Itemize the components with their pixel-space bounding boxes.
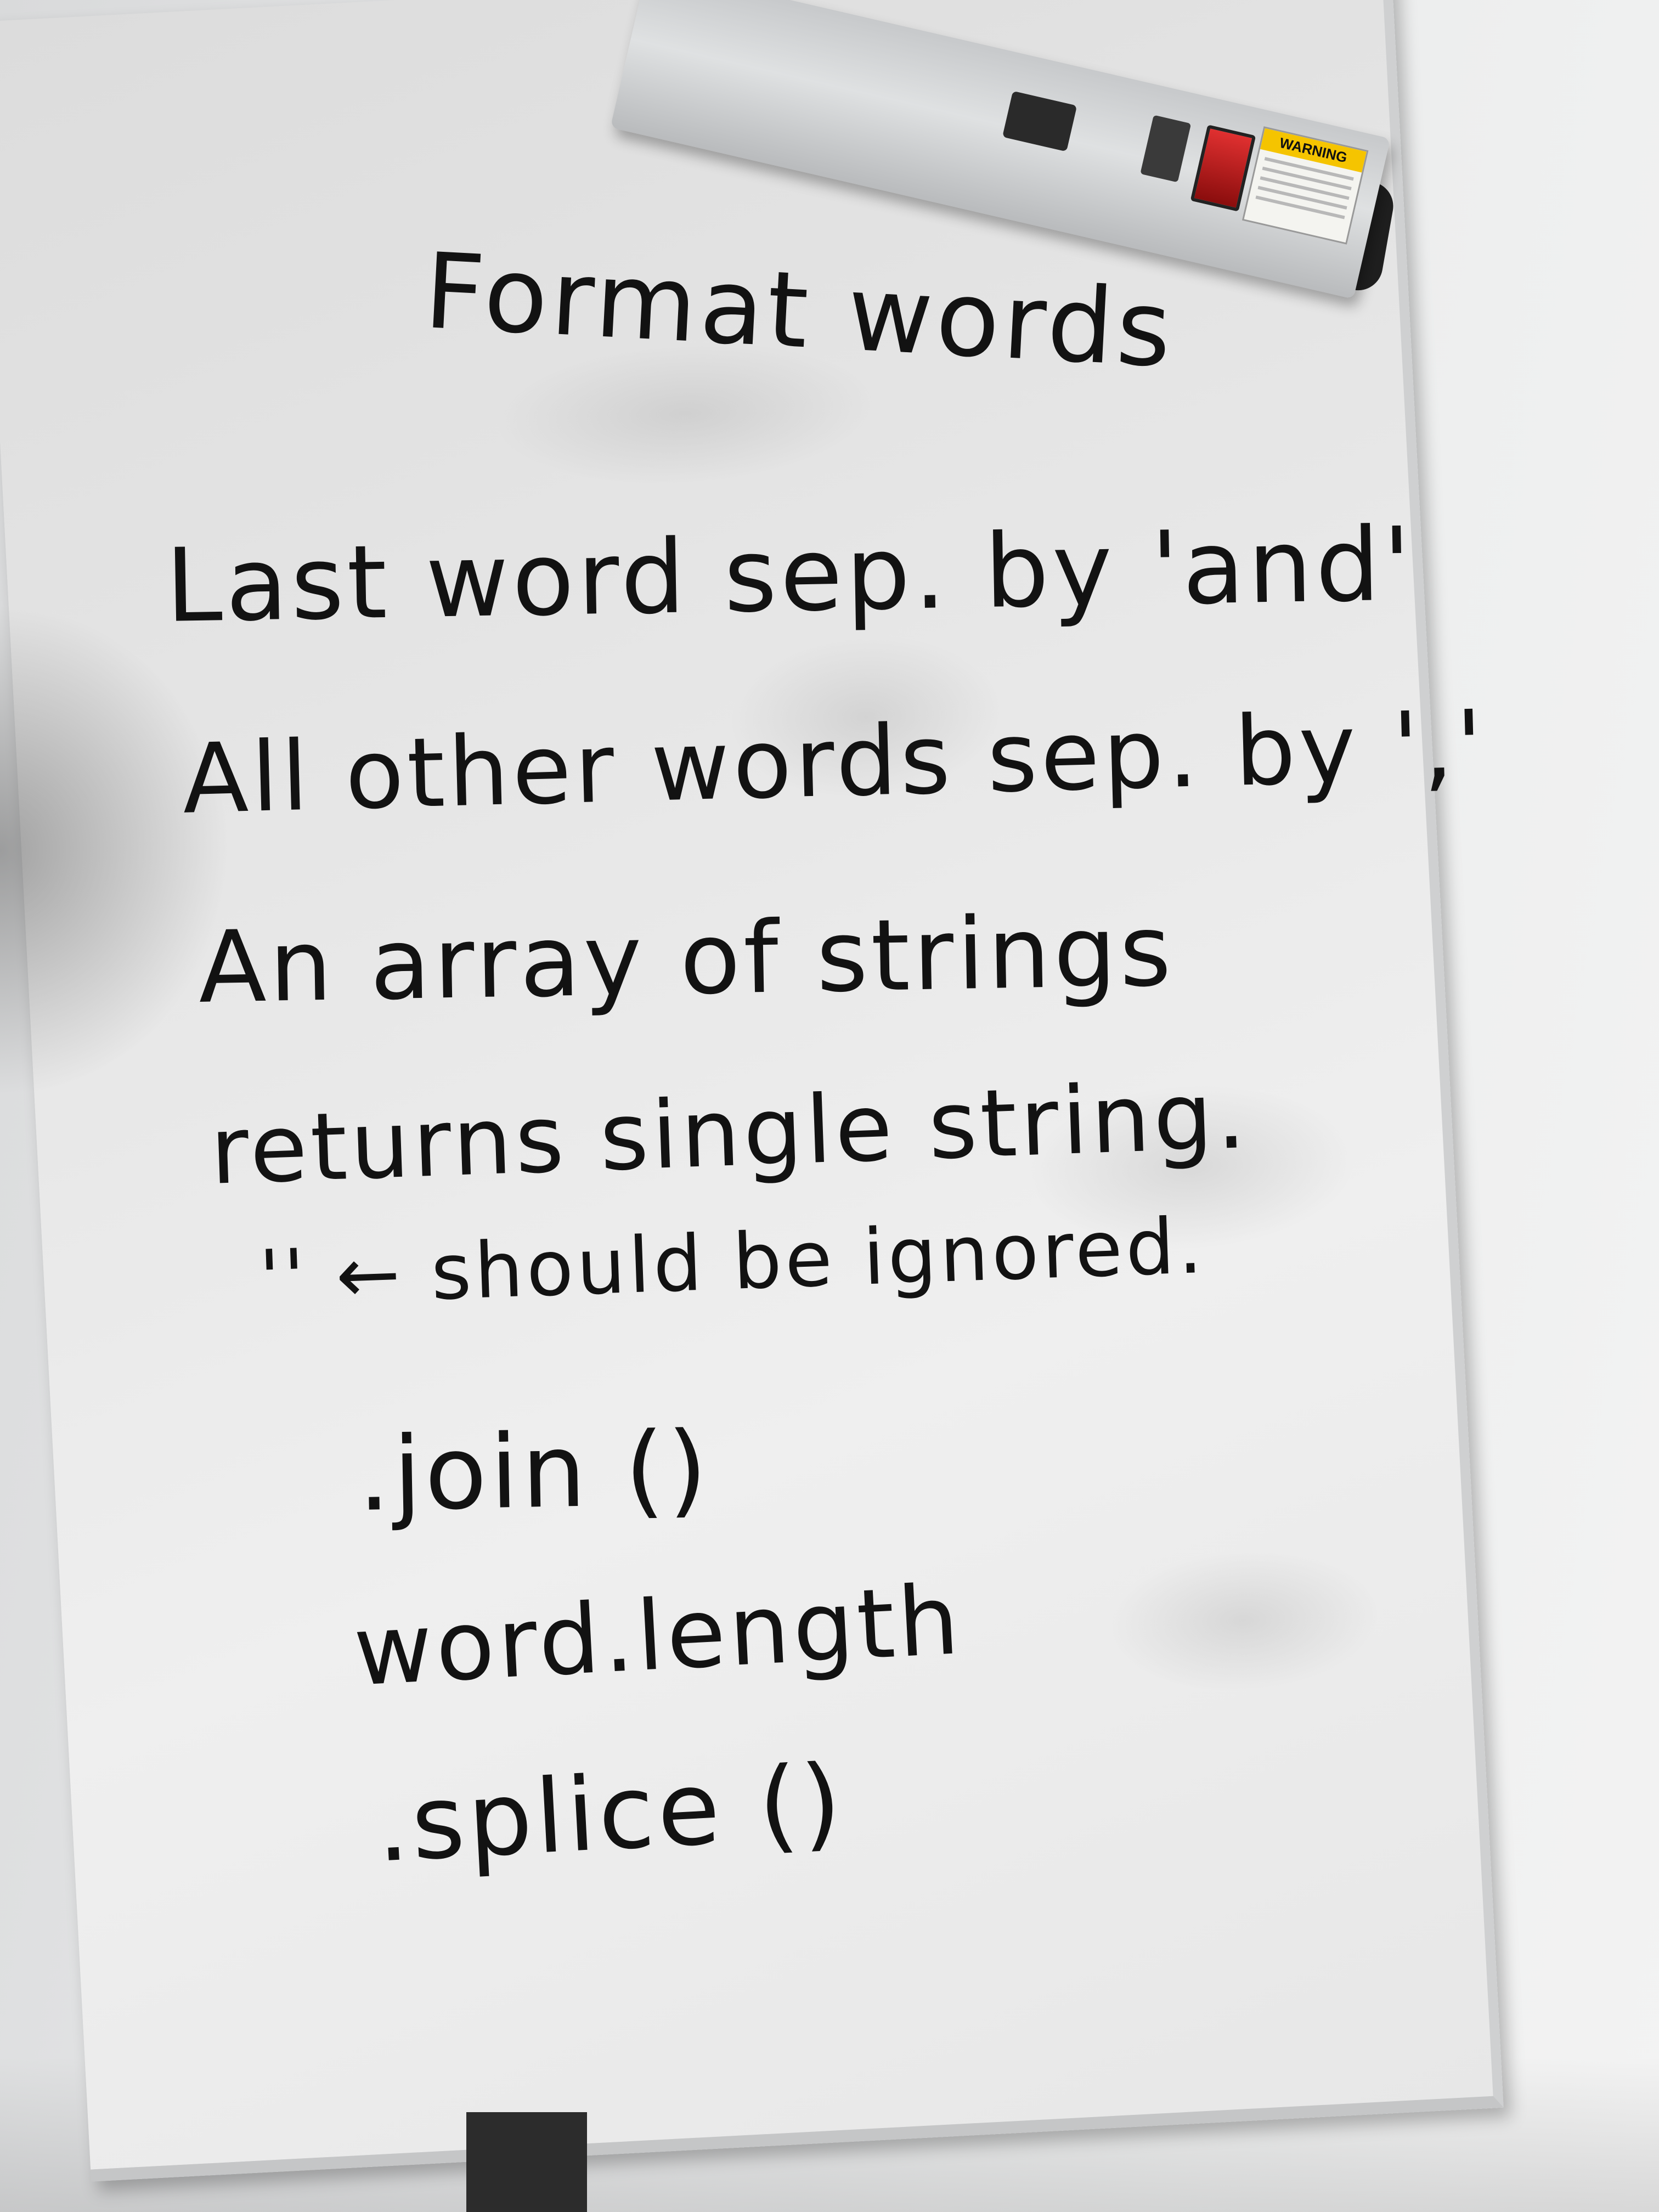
board-smudge — [1102, 1542, 1384, 1699]
outlet — [1002, 91, 1077, 152]
reset-button — [1140, 115, 1192, 183]
note-line: .join () — [357, 1409, 712, 1534]
note-line: Last word sep. by 'and' — [165, 505, 1415, 645]
note-line: An array of strings — [198, 893, 1176, 1025]
photo-scene: WARNING Format words Last word sep. by '… — [0, 0, 1659, 2212]
power-switch — [1190, 125, 1256, 212]
warning-label: WARNING — [1242, 126, 1369, 245]
board-stand-leg — [466, 2112, 587, 2212]
hand-shadow — [0, 603, 230, 1097]
note-line: .splice () — [373, 1742, 848, 1885]
